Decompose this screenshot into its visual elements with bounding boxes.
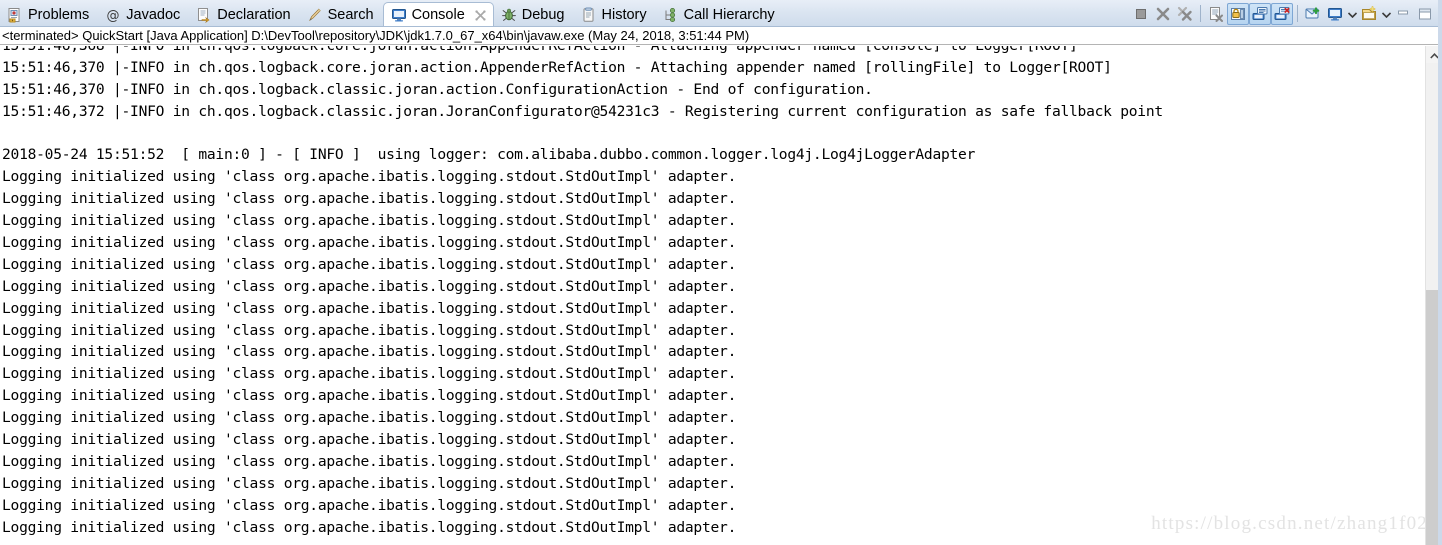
console-line: 15:51:46,370 |-INFO in ch.qos.logback.co… — [2, 58, 1112, 76]
svg-text:@: @ — [107, 9, 120, 24]
console-line: 15:51:46,370 |-INFO in ch.qos.logback.cl… — [2, 80, 873, 98]
scroll-lock-icon — [1230, 6, 1246, 22]
show-console-output-icon — [1252, 6, 1268, 22]
console-line: Logging initialized using 'class org.apa… — [2, 409, 737, 427]
tab-label: Problems — [28, 7, 90, 23]
console-line: Logging initialized using 'class org.apa… — [2, 190, 737, 208]
clear-console-button[interactable] — [1205, 3, 1227, 25]
remove-launch-button[interactable] — [1152, 3, 1174, 25]
display-selected-console-button[interactable] — [1324, 3, 1346, 25]
debug-icon — [501, 7, 517, 23]
show-console-on-error-button[interactable] — [1271, 2, 1293, 25]
tab-problems[interactable]: Problems — [0, 3, 98, 26]
close-icon[interactable] — [474, 9, 487, 22]
window-right-edge — [1438, 0, 1442, 545]
stop-square-icon — [1133, 6, 1149, 22]
toolbar-separator — [1200, 5, 1201, 22]
console-output-area[interactable]: 15:51:46,368 |-INFO in ch.qos.logback.co… — [0, 46, 1442, 545]
console-toolbar — [1130, 0, 1442, 26]
show-console-on-output-button[interactable] — [1249, 2, 1271, 25]
console-text: 15:51:46,368 |-INFO in ch.qos.logback.co… — [2, 46, 1422, 538]
history-icon — [581, 7, 597, 23]
console-line: Logging initialized using 'class org.apa… — [2, 474, 737, 492]
scroll-lock-button[interactable] — [1227, 2, 1249, 25]
console-line: Logging initialized using 'class org.apa… — [2, 321, 737, 339]
minimize-icon — [1395, 6, 1411, 22]
tab-label: Call Hierarchy — [683, 7, 775, 23]
terminate-button[interactable] — [1130, 3, 1152, 25]
console-line: Logging initialized using 'class org.apa… — [2, 234, 737, 252]
problems-icon — [7, 7, 23, 23]
clear-console-icon — [1208, 6, 1224, 22]
display-selected-console-dropdown[interactable] — [1346, 3, 1358, 25]
pin-console-icon — [1305, 6, 1321, 22]
chevron-down-icon — [1381, 5, 1391, 23]
remove-all-x-icon — [1177, 6, 1193, 22]
remove-x-icon — [1155, 6, 1171, 22]
eclipse-console-view: Problems @ Javadoc Declaration Search Co… — [0, 0, 1442, 545]
console-line: Logging initialized using 'class org.apa… — [2, 299, 737, 317]
console-line: 15:51:46,368 |-INFO in ch.qos.logback.co… — [2, 46, 1422, 57]
tab-javadoc[interactable]: @ Javadoc — [98, 3, 189, 26]
search-icon — [307, 7, 323, 23]
maximize-icon — [1417, 6, 1433, 22]
console-line: Logging initialized using 'class org.apa… — [2, 496, 737, 514]
chevron-down-icon — [1347, 5, 1357, 23]
console-line: Logging initialized using 'class org.apa… — [2, 212, 737, 230]
tab-label: Declaration — [217, 7, 291, 23]
console-line: Logging initialized using 'class org.apa… — [2, 518, 737, 536]
remove-all-terminated-button[interactable] — [1174, 3, 1196, 25]
console-line: Logging initialized using 'class org.apa… — [2, 255, 737, 273]
tab-label: Console — [411, 7, 465, 23]
console-line: Logging initialized using 'class org.apa… — [2, 452, 737, 470]
console-line: 2018-05-24 15:51:52 [ main:0 ] - [ INFO … — [2, 146, 976, 164]
minimize-button[interactable] — [1392, 3, 1414, 25]
console-line: 15:51:46,372 |-INFO in ch.qos.logback.cl… — [2, 102, 1163, 120]
tab-label: Debug — [521, 7, 565, 23]
console-line: Logging initialized using 'class org.apa… — [2, 343, 737, 361]
console-line: Logging initialized using 'class org.apa… — [2, 168, 737, 186]
show-console-error-icon — [1274, 6, 1290, 22]
tab-label: History — [601, 7, 647, 23]
javadoc-icon: @ — [105, 7, 121, 24]
display-console-icon — [1327, 6, 1343, 22]
declaration-icon — [196, 7, 212, 23]
view-tab-bar: Problems @ Javadoc Declaration Search Co… — [0, 0, 1442, 27]
toolbar-separator — [1297, 5, 1298, 22]
tab-declaration[interactable]: Declaration — [189, 3, 299, 26]
tab-console[interactable]: Console — [382, 2, 494, 26]
pin-console-button[interactable] — [1302, 3, 1324, 25]
console-icon — [391, 7, 407, 23]
open-console-dropdown[interactable] — [1380, 3, 1392, 25]
console-line: Logging initialized using 'class org.apa… — [2, 365, 737, 383]
process-status-line: <terminated> QuickStart [Java Applicatio… — [0, 27, 1442, 45]
console-line: Logging initialized using 'class org.apa… — [2, 277, 737, 295]
console-line: Logging initialized using 'class org.apa… — [2, 431, 737, 449]
console-line: Logging initialized using 'class org.apa… — [2, 387, 737, 405]
open-console-button[interactable] — [1358, 3, 1380, 25]
tab-search[interactable]: Search — [300, 3, 383, 26]
tab-label: Javadoc — [126, 7, 181, 23]
call-hierarchy-icon — [663, 7, 679, 23]
tab-history[interactable]: History — [574, 3, 656, 26]
tab-call-hierarchy[interactable]: Call Hierarchy — [656, 3, 784, 26]
new-console-icon — [1361, 5, 1377, 22]
tab-debug[interactable]: Debug — [494, 3, 574, 26]
maximize-button[interactable] — [1414, 3, 1436, 25]
tab-label: Search — [327, 7, 374, 23]
tab-list: Problems @ Javadoc Declaration Search Co… — [0, 0, 784, 26]
